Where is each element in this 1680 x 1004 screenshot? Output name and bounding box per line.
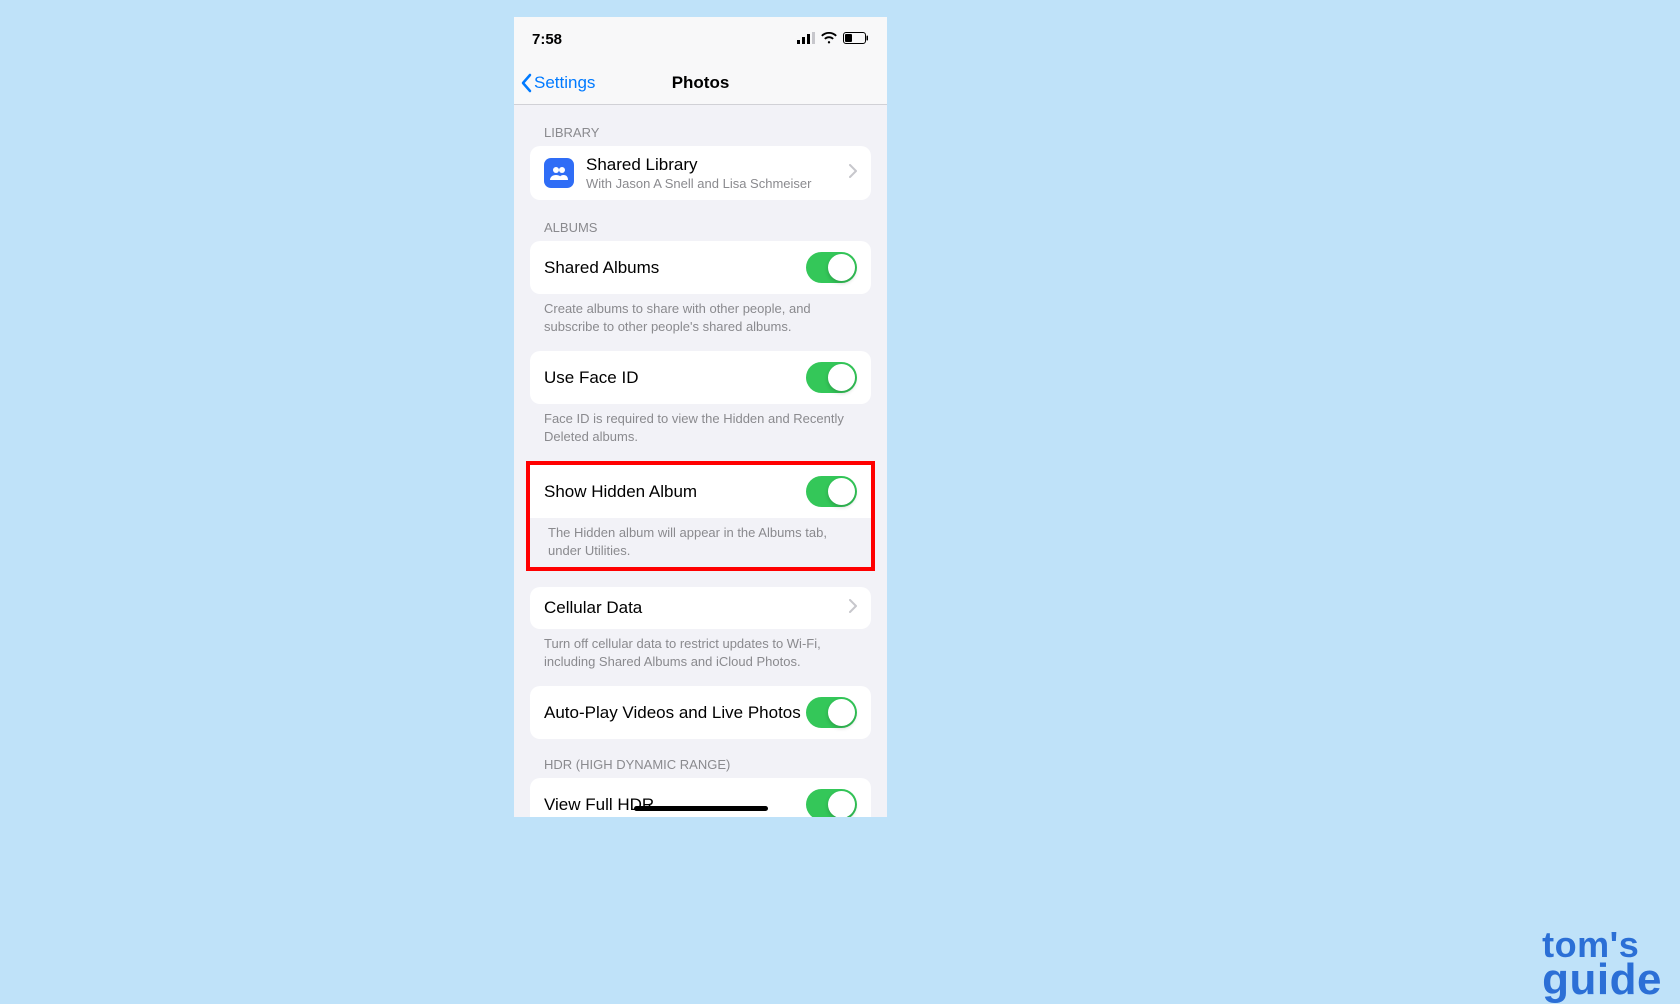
nav-bar: Settings Photos	[514, 61, 887, 105]
chevron-left-icon	[520, 73, 532, 93]
section-header-hdr: HDR (HIGH DYNAMIC RANGE)	[514, 739, 887, 778]
view-full-hdr-toggle[interactable]	[806, 789, 857, 817]
show-hidden-label: Show Hidden Album	[544, 482, 697, 502]
cellular-data-footer: Turn off cellular data to restrict updat…	[514, 629, 887, 670]
shared-albums-label: Shared Albums	[544, 258, 659, 278]
status-time: 7:58	[532, 31, 562, 48]
people-icon	[544, 158, 574, 188]
shared-albums-footer: Create albums to share with other people…	[514, 294, 887, 335]
battery-icon	[843, 31, 869, 48]
highlight-box: Show Hidden Album The Hidden album will …	[526, 461, 875, 571]
show-hidden-toggle[interactable]	[806, 476, 857, 507]
chevron-right-icon	[849, 599, 857, 618]
status-bar: 7:58	[514, 17, 887, 61]
face-id-footer: Face ID is required to view the Hidden a…	[514, 404, 887, 445]
wifi-icon	[821, 31, 837, 48]
watermark-logo: tom's guide	[1542, 930, 1662, 998]
section-header-library: LIBRARY	[514, 105, 887, 146]
autoplay-toggle[interactable]	[806, 697, 857, 728]
shared-library-row[interactable]: Shared Library With Jason A Snell and Li…	[530, 146, 871, 200]
view-full-hdr-label: View Full HDR	[544, 795, 654, 815]
shared-library-subtitle: With Jason A Snell and Lisa Schmeiser	[586, 176, 811, 191]
phone-frame: 7:58 Settings Photos LIBRARY	[514, 17, 887, 817]
cellular-icon	[797, 31, 815, 48]
autoplay-row[interactable]: Auto-Play Videos and Live Photos	[530, 686, 871, 739]
show-hidden-album-row[interactable]: Show Hidden Album	[530, 465, 871, 518]
show-hidden-footer: The Hidden album will appear in the Albu…	[530, 518, 871, 567]
back-button[interactable]: Settings	[514, 73, 595, 93]
home-indicator	[634, 806, 768, 811]
face-id-row[interactable]: Use Face ID	[530, 351, 871, 404]
view-full-hdr-row[interactable]: View Full HDR	[530, 778, 871, 817]
content-scroll[interactable]: LIBRARY Shared Library With Jason A Snel…	[514, 105, 887, 817]
shared-albums-toggle[interactable]	[806, 252, 857, 283]
face-id-label: Use Face ID	[544, 368, 638, 388]
face-id-toggle[interactable]	[806, 362, 857, 393]
cellular-data-label: Cellular Data	[544, 598, 642, 618]
cellular-data-row[interactable]: Cellular Data	[530, 587, 871, 629]
status-icons	[797, 31, 869, 48]
autoplay-label: Auto-Play Videos and Live Photos	[544, 703, 801, 723]
shared-albums-row[interactable]: Shared Albums	[530, 241, 871, 294]
shared-library-title: Shared Library	[586, 155, 811, 175]
section-header-albums: ALBUMS	[514, 200, 887, 241]
watermark-bottom: guide	[1542, 961, 1662, 998]
chevron-right-icon	[849, 164, 857, 183]
back-label: Settings	[534, 73, 595, 93]
